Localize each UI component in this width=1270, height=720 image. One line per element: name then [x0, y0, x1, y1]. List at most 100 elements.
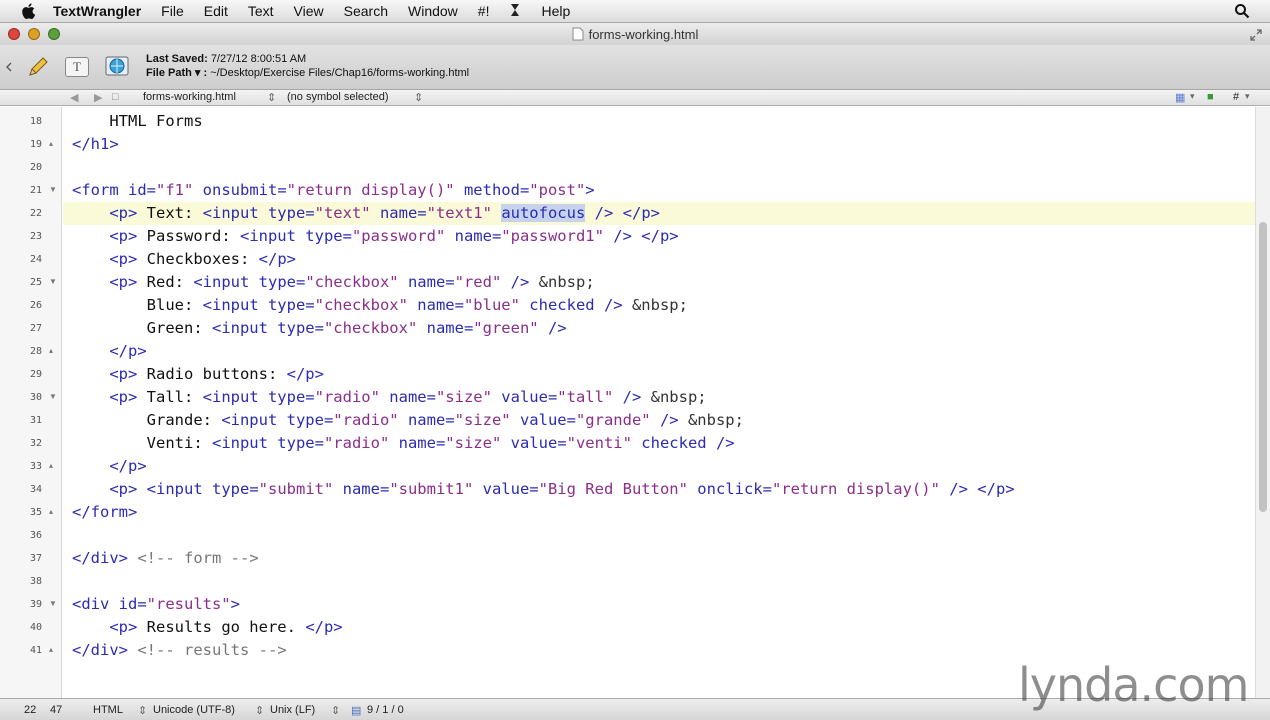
- function-menu-chevron-icon[interactable]: ▾: [1245, 91, 1250, 102]
- apple-icon[interactable]: [19, 2, 37, 20]
- menu-shebang[interactable]: #!: [478, 3, 490, 19]
- code-line[interactable]: </div> <!-- form -->: [72, 549, 259, 567]
- code-line[interactable]: <p> Red: <input type="checkbox" name="re…: [72, 273, 594, 291]
- notes-icon[interactable]: ■: [1207, 91, 1214, 103]
- code-line[interactable]: </p>: [72, 342, 146, 360]
- code-line[interactable]: Venti: <input type="radio" name="size" v…: [72, 434, 735, 452]
- menu-file[interactable]: File: [161, 3, 184, 19]
- spotlight-search-icon[interactable]: [1234, 3, 1250, 22]
- menu-view[interactable]: View: [294, 3, 324, 19]
- fold-open-icon[interactable]: ▼: [49, 185, 57, 194]
- text-options-icon[interactable]: T: [62, 53, 92, 81]
- markers-icon[interactable]: ▦: [1175, 91, 1185, 104]
- code-line[interactable]: <p> Radio buttons: </p>: [72, 365, 324, 383]
- document-stats-icon: ▤: [351, 705, 362, 717]
- lynda-watermark: lynda.com: [1018, 658, 1249, 712]
- line-endings-chevron-icon[interactable]: ⇕: [331, 704, 340, 717]
- close-button[interactable]: [8, 28, 20, 40]
- line-number: 21: [29, 185, 42, 196]
- fold-close-icon[interactable]: ▴: [49, 645, 53, 654]
- status-line[interactable]: 22: [24, 704, 36, 716]
- preview-in-browser-icon[interactable]: [101, 53, 135, 81]
- file-path-label[interactable]: File Path ▾ :: [146, 67, 207, 79]
- code-line[interactable]: Blue: <input type="checkbox" name="blue"…: [72, 296, 688, 314]
- code-line[interactable]: </p>: [72, 457, 146, 475]
- status-language[interactable]: HTML: [93, 704, 123, 716]
- menubar: TextWrangler File Edit Text View Search …: [0, 0, 1270, 23]
- line-number: 41: [29, 645, 42, 656]
- back-arrow-icon[interactable]: ◀: [70, 91, 78, 104]
- code-line[interactable]: </div> <!-- results -->: [72, 641, 287, 659]
- code-line[interactable]: <div id="results">: [72, 595, 240, 613]
- language-chevron-icon[interactable]: ⇕: [138, 704, 147, 717]
- line-number: 25: [29, 277, 42, 288]
- fold-open-icon[interactable]: ▼: [49, 392, 57, 401]
- symbol-menu-chevron-icon[interactable]: ⇕: [414, 91, 423, 104]
- document-small-icon: □: [112, 91, 119, 103]
- file-menu-popup[interactable]: forms-working.html: [143, 91, 236, 103]
- file-path-value: ~/Desktop/Exercise Files/Chap16/forms-wo…: [210, 67, 470, 79]
- line-number: 40: [29, 622, 42, 633]
- code-line[interactable]: </form>: [72, 503, 137, 521]
- markers-chevron-icon[interactable]: ▾: [1190, 91, 1195, 102]
- pencil-icon[interactable]: [24, 53, 52, 81]
- vertical-scrollbar-thumb[interactable]: [1259, 222, 1267, 512]
- document-icon: [572, 27, 584, 41]
- menu-help[interactable]: Help: [541, 3, 570, 19]
- menu-window[interactable]: Window: [408, 3, 458, 19]
- line-number-gutter: 18 19 ▴ 20 21 ▼ 22 23 24 25 ▼ 26 27 28 ▴ 29 30 ▼ 31 32 33 ▴ 34…: [0, 107, 62, 698]
- line-number: 34: [29, 484, 42, 495]
- toolbar-chevron-icon[interactable]: [3, 53, 15, 81]
- fold-close-icon[interactable]: ▴: [49, 461, 53, 470]
- code-line[interactable]: </h1>: [72, 135, 119, 153]
- status-counts[interactable]: 9 / 1 / 0: [367, 704, 404, 716]
- fullscreen-icon[interactable]: [1250, 28, 1262, 46]
- line-number: 20: [29, 162, 42, 173]
- fold-open-icon[interactable]: ▼: [49, 599, 57, 608]
- line-number: 37: [29, 553, 42, 564]
- status-encoding[interactable]: Unicode (UTF-8): [153, 704, 235, 716]
- code-line[interactable]: Grande: <input type="radio" name="size" …: [72, 411, 744, 429]
- status-column[interactable]: 47: [50, 704, 62, 716]
- line-number: 26: [29, 300, 42, 311]
- encoding-chevron-icon[interactable]: ⇕: [255, 704, 264, 717]
- code-editor[interactable]: 18 19 ▴ 20 21 ▼ 22 23 24 25 ▼ 26 27 28 ▴ 29 30 ▼ 31 32 33 ▴ 34…: [0, 107, 1270, 698]
- code-line[interactable]: <form id="f1" onsubmit="return display()…: [72, 181, 595, 199]
- line-number: 24: [29, 254, 42, 265]
- window-title: forms-working.html: [588, 26, 699, 42]
- menu-app-name[interactable]: TextWrangler: [53, 3, 141, 19]
- minimize-button[interactable]: [28, 28, 40, 40]
- code-line[interactable]: <p> Checkboxes: </p>: [72, 250, 296, 268]
- function-menu[interactable]: #: [1233, 91, 1239, 103]
- code-line[interactable]: <p> Text: <input type="text" name="text1…: [72, 204, 660, 222]
- file-menu-chevron-icon[interactable]: ⇕: [267, 91, 276, 104]
- status-line-endings[interactable]: Unix (LF): [270, 704, 315, 716]
- line-number: 30: [29, 392, 42, 403]
- menu-text[interactable]: Text: [248, 3, 274, 19]
- line-number: 23: [29, 231, 42, 242]
- code-line[interactable]: <p> Password: <input type="password" nam…: [72, 227, 678, 245]
- line-number: 22: [29, 208, 42, 219]
- window-titlebar: forms-working.html: [0, 23, 1270, 45]
- menu-search[interactable]: Search: [344, 3, 388, 19]
- line-number: 36: [29, 530, 42, 541]
- zoom-button[interactable]: [48, 28, 60, 40]
- menu-edit[interactable]: Edit: [204, 3, 228, 19]
- line-number: 29: [29, 369, 42, 380]
- code-line[interactable]: HTML Forms: [72, 112, 202, 130]
- script-icon[interactable]: [509, 3, 521, 20]
- fold-close-icon[interactable]: ▴: [49, 139, 53, 148]
- fold-close-icon[interactable]: ▴: [49, 507, 53, 516]
- fold-close-icon[interactable]: ▴: [49, 346, 53, 355]
- code-line[interactable]: <p> <input type="submit" name="submit1" …: [72, 480, 1014, 498]
- code-line[interactable]: <p> Tall: <input type="radio" name="size…: [72, 388, 706, 406]
- toolbar: T Last Saved: 7/27/12 8:00:51 AM File Pa…: [0, 45, 1270, 90]
- code-line[interactable]: Green: <input type="checkbox" name="gree…: [72, 319, 567, 337]
- line-number: 33: [29, 461, 42, 472]
- line-number: 35: [29, 507, 42, 518]
- forward-arrow-icon[interactable]: ▶: [94, 91, 102, 104]
- code-line[interactable]: <p> Results go here. </p>: [72, 618, 342, 636]
- navigation-bar: ◀ ▶ □ forms-working.html ⇕ (no symbol se…: [0, 90, 1270, 106]
- symbol-menu-popup[interactable]: (no symbol selected): [287, 91, 389, 103]
- fold-open-icon[interactable]: ▼: [49, 277, 57, 286]
